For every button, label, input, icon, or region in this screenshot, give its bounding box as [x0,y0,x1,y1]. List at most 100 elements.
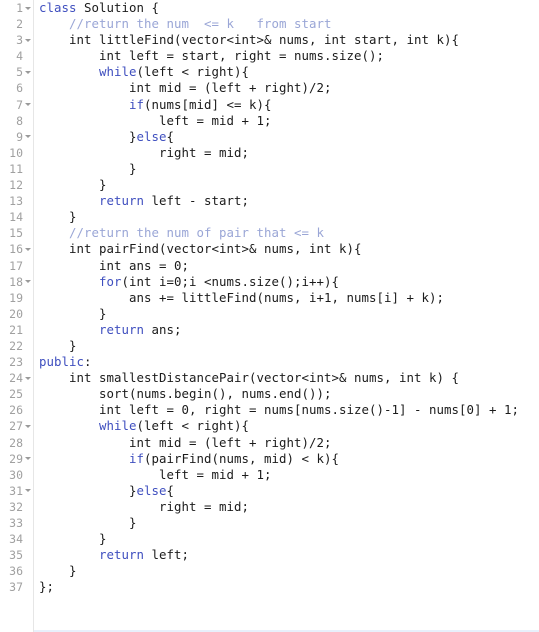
gutter-row: 31 [0,483,34,499]
code-line[interactable]: sort(nums.begin(), nums.end()); [34,386,539,402]
gutter-row: 5 [0,64,34,80]
code-line[interactable]: if(nums[mid] <= k){ [34,97,539,113]
line-number: 25 [9,387,23,402]
fold-slot-empty [23,16,32,32]
code-rows: class Solution { //return the num <= k f… [34,0,539,595]
code-line[interactable]: int pairFind(vector<int>& nums, int k){ [34,241,539,257]
code-line[interactable]: }; [34,579,539,595]
line-number: 3 [16,33,23,48]
code-line[interactable]: while(left < right){ [34,64,539,80]
code-line[interactable]: //return the num of pair that <= k [34,225,539,241]
gutter-row: 3 [0,32,34,48]
line-number: 22 [9,338,23,353]
code-line[interactable]: } [34,338,539,354]
code-line[interactable]: left = mid + 1; [34,113,539,129]
gutter-row: 34 [0,531,34,547]
line-number: 36 [9,564,23,579]
line-number: 31 [9,483,23,498]
code-line[interactable]: }else{ [34,129,539,145]
code-line[interactable]: int left = 0, right = nums[nums.size()-1… [34,402,539,418]
token-plain: smallestDistancePair( [91,370,257,386]
token-plain: nums, [346,370,399,386]
fold-slot-empty [23,547,32,563]
code-line[interactable]: class Solution { [34,0,539,16]
token-plain: }; [39,579,54,595]
token-plain: } [39,482,137,498]
fold-slot-empty [23,563,32,579]
code-line[interactable]: } [34,177,539,193]
code-line[interactable]: int mid = (left + right)/2; [34,80,539,96]
fold-slot-empty [23,467,32,483]
code-line[interactable]: return left; [34,547,539,563]
token-plain: } [39,337,77,353]
fold-toggle[interactable] [23,370,32,386]
fold-toggle[interactable] [23,32,32,48]
code-content-area[interactable]: class Solution { //return the num <= k f… [34,0,539,632]
token-type: int [129,273,152,289]
code-line[interactable]: public: [34,354,539,370]
code-line[interactable]: right = mid; [34,499,539,515]
code-editor[interactable]: 1 2 3 4 5 6 7 8 9 10 11 12 13 14 15 16 17 18 19 20 21 22 23 24 2… [0,0,539,632]
token-plain: ans = [121,257,174,273]
code-line[interactable]: } [34,563,539,579]
fold-toggle[interactable] [23,451,32,467]
line-number: 7 [16,97,23,112]
fold-toggle[interactable] [23,483,32,499]
code-line[interactable]: } [34,515,539,531]
token-plain: k){ [429,32,459,48]
token-type: vector [256,370,302,386]
code-line[interactable]: }else{ [34,483,539,499]
fold-toggle[interactable] [23,418,32,434]
gutter-row: 20 [0,306,34,322]
fold-toggle[interactable] [23,274,32,290]
code-line[interactable]: } [34,209,539,225]
gutter-row: 35 [0,547,34,563]
code-line[interactable]: return left - start; [34,193,539,209]
token-num: 2 [316,80,324,96]
code-line[interactable]: while(left < right){ [34,418,539,434]
code-line[interactable]: //return the num <= k from start [34,16,539,32]
gutter-row: 6 [0,80,34,96]
code-line[interactable]: return ans; [34,322,539,338]
code-line[interactable]: right = mid; [34,145,539,161]
code-line[interactable]: int ans = 0; [34,258,539,274]
code-line[interactable]: left = mid + 1; [34,467,539,483]
token-plain: Solution { [76,0,159,15]
chevron-down-icon [24,6,31,10]
code-line[interactable]: for(int i=0;i <nums.size();i++){ [34,274,539,290]
token-plain: pairFind( [91,241,167,257]
code-line[interactable]: } [34,161,539,177]
token-kw: for [99,273,122,289]
gutter-row: 17 [0,258,34,274]
gutter-row: 10 [0,145,34,161]
code-line[interactable]: if(pairFind(nums, mid) < k){ [34,451,539,467]
line-number: 23 [9,355,23,370]
line-number: 11 [9,161,23,176]
fold-slot-empty [23,579,32,595]
code-line[interactable]: int smallestDistancePair(vector<int>& nu… [34,370,539,386]
code-line[interactable]: ans += littleFind(nums, i+1, nums[i] + k… [34,290,539,306]
code-line[interactable]: } [34,531,539,547]
token-punct: >& [331,370,347,386]
token-plain: ] + [474,402,504,418]
code-line[interactable]: int littleFind(vector<int>& nums, int st… [34,32,539,48]
code-line[interactable]: } [34,306,539,322]
line-number: 26 [9,403,23,418]
code-line[interactable]: int mid = (left + right)/2; [34,435,539,451]
token-type: int [99,257,122,273]
token-type: int [99,402,122,418]
fold-toggle[interactable] [23,0,32,16]
fold-slot-empty [23,193,32,209]
token-plain: ans; [144,321,182,337]
code-line[interactable]: int left = start, right = nums.size(); [34,48,539,64]
gutter-row: 9 [0,129,34,145]
fold-toggle[interactable] [23,241,32,257]
fold-toggle[interactable] [23,64,32,80]
line-number: 5 [16,65,23,80]
fold-toggle[interactable] [23,129,32,145]
token-plain: mid = (left + right)/ [151,80,317,96]
fold-toggle[interactable] [23,97,32,113]
